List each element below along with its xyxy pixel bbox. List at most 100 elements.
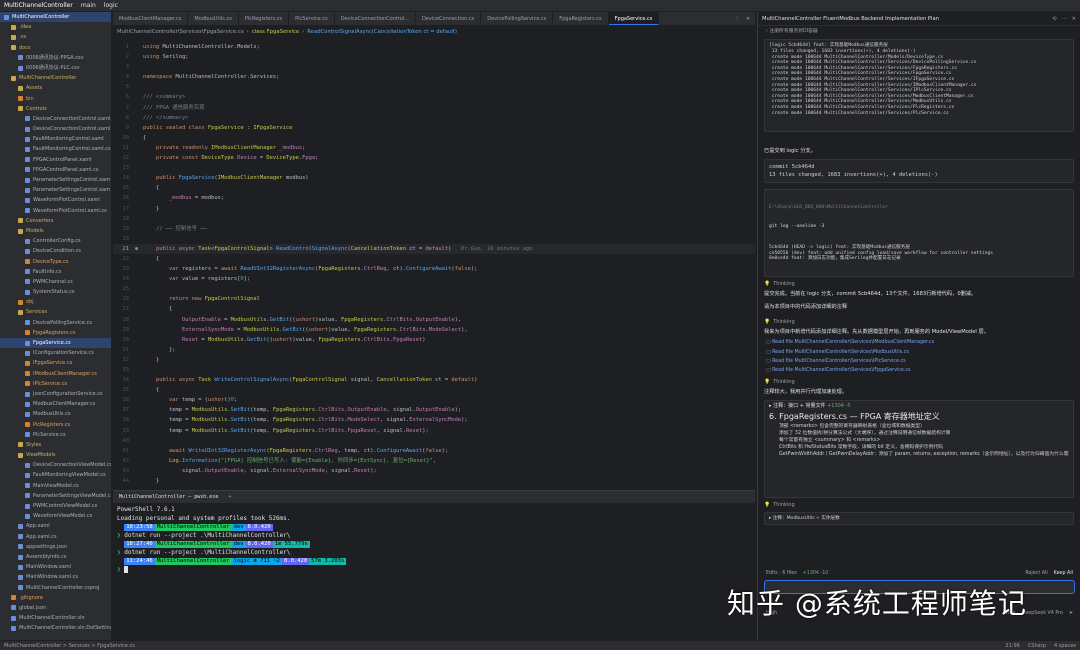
tree-item[interactable]: .idea	[0, 22, 111, 32]
tree-item[interactable]: ModbusUtils.cs	[0, 409, 111, 419]
tree-item[interactable]: AssemblyInfo.cs	[0, 552, 111, 562]
tree-item[interactable]: DeviceConnectionViewModel.cs	[0, 460, 111, 470]
send-icon[interactable]: ➤	[1069, 610, 1073, 617]
tree-item[interactable]: DeviceCondition.cs	[0, 246, 111, 256]
command-line[interactable]: ❯	[113, 565, 755, 575]
tree-item[interactable]: PlcRegisters.cs	[0, 420, 111, 430]
branch-main[interactable]: main	[81, 0, 96, 11]
breadcrumb-method[interactable]: ReadControlSignalAsync(CancellationToken…	[307, 26, 457, 38]
more-icon[interactable]: ⋯	[1061, 12, 1066, 25]
tree-item[interactable]: App.xaml	[0, 521, 111, 531]
model-selector[interactable]: DeepSeek V4 Pro	[1022, 610, 1063, 617]
code-area[interactable]: 1 using MultiChannelController.Models; 2u…	[113, 42, 755, 487]
tree-item[interactable]: PWMControlViewModel.cs	[0, 501, 111, 511]
tree-item[interactable]: ParameterSettingsControl.xam	[0, 185, 111, 195]
tree-item[interactable]: FaultMonitoringControl.xaml	[0, 134, 111, 144]
tree-item[interactable]: FaultMonitoringControl.xaml.cs	[0, 144, 111, 154]
tree-item[interactable]: 0006通讯协议-PLC.csv	[0, 63, 111, 73]
tree-item[interactable]: global.json	[0, 603, 111, 613]
tree-item[interactable]: ModbusClientManager.cs	[0, 399, 111, 409]
add-terminal-icon[interactable]: +	[228, 491, 231, 503]
read-file-item[interactable]: ▢ Read file MultiChannelController\Servi…	[766, 349, 1072, 356]
editor-tab[interactable]: PlcService.cs	[289, 12, 335, 25]
read-file-item[interactable]: ▢ Read file MultiChannelController\Servi…	[766, 339, 1072, 346]
tree-item[interactable]: Converters	[0, 216, 111, 226]
tree-item[interactable]: FPGAControlPanel.xaml	[0, 155, 111, 165]
breadcrumb-path[interactable]: MultiChannelController\Services\FpgaServ…	[117, 26, 244, 38]
tree-item[interactable]: WaveformViewModel.cs	[0, 511, 111, 521]
tree-item[interactable]: MultiChannelController.csproj	[0, 583, 111, 593]
tree-item[interactable]: DeviceConnectionControl.xaml	[0, 114, 111, 124]
tree-item[interactable]: MultiChannelController	[0, 12, 111, 23]
thinking-indicator[interactable]: 💡 Thinking	[764, 502, 1074, 508]
tree-item[interactable]: IModbusClientManager.cs	[0, 369, 111, 379]
tree-item[interactable]: .gitignore	[0, 593, 111, 603]
subagent-task-card-2[interactable]: ▸ 注释：ModbusUtils + 实体层数	[764, 511, 1074, 526]
thinking-indicator[interactable]: 💡 Thinking	[764, 319, 1074, 325]
tree-item[interactable]: 0006通讯协议-FPGA.csv	[0, 53, 111, 63]
tree-item[interactable]: Controls	[0, 104, 111, 114]
edits-bar[interactable]: Edits · 6 files +1304 -10 Reject All Kee…	[766, 570, 1073, 577]
tree-item[interactable]: FpgaRegisters.cs	[0, 328, 111, 338]
tree-item[interactable]: WaveformPlotControl.xaml	[0, 195, 111, 205]
tree-item[interactable]: MultiChannelController.sln.DotSetting	[0, 623, 111, 633]
editor-tab[interactable]: ModbusClientManager.cs	[113, 12, 189, 25]
keep-all-button[interactable]: Keep All	[1054, 570, 1073, 577]
editor-tab[interactable]: DeviceConnection.cs	[416, 12, 482, 25]
read-file-item[interactable]: ▢ Read file MultiChannelController\Servi…	[766, 358, 1072, 365]
terminal-tab[interactable]: MultiChannelController — pwsh.exe	[119, 491, 218, 503]
language-mode[interactable]: CSharp	[1028, 641, 1046, 650]
editor-tab[interactable]: DevicePollingService.cs	[481, 12, 554, 25]
project-name[interactable]: MultiChannelController	[4, 0, 73, 11]
tree-item[interactable]: FaultMonitoringViewModel.cs	[0, 470, 111, 480]
tree-item[interactable]: Models	[0, 226, 111, 236]
tree-item[interactable]: SystemStatus.cs	[0, 287, 111, 297]
breadcrumb-class[interactable]: class FpgaService	[252, 26, 299, 38]
tree-item[interactable]: bin	[0, 94, 111, 104]
status-path[interactable]: MultiChannelController > Services > Fpga…	[4, 641, 135, 650]
tree-item[interactable]: IConfigurationService.cs	[0, 348, 111, 358]
tree-item[interactable]: MainWindow.xaml	[0, 562, 111, 572]
tree-item[interactable]: JsonConfigurationService.cs	[0, 389, 111, 399]
tree-item[interactable]: appsettings.json	[0, 542, 111, 552]
terminal-panel[interactable]: MultiChannelController — pwsh.exe + Powe…	[113, 490, 755, 640]
tree-item[interactable]: FPGAControlPanel.xaml.cs	[0, 165, 111, 175]
subagent-task-card[interactable]: ▸ 注释：接口 + 常量文件 +1304 -5 6. FpgaRegisters…	[764, 399, 1074, 498]
tree-item[interactable]: IFpgaService.cs	[0, 358, 111, 368]
tree-item[interactable]: MultiChannelController.sln	[0, 613, 111, 623]
branch-logic[interactable]: logic	[104, 0, 118, 11]
tree-item[interactable]: Styles	[0, 440, 111, 450]
tree-item[interactable]: FaultInfo.cs	[0, 267, 111, 277]
tree-item[interactable]: .vs	[0, 32, 111, 42]
editor-tab[interactable]: ModbusUtils.cs	[188, 12, 239, 25]
close-icon[interactable]: ✕	[1072, 12, 1076, 25]
tree-item[interactable]: MainWindow.xaml.cs	[0, 572, 111, 582]
collapsed-note[interactable]: › 注册所有服务到DI容器	[766, 28, 1072, 35]
tree-item[interactable]: obj	[0, 297, 111, 307]
thinking-indicator[interactable]: 💡 Thinking	[764, 281, 1074, 287]
tree-item[interactable]: PWMChannel.cs	[0, 277, 111, 287]
tree-item[interactable]: MainViewModel.cs	[0, 481, 111, 491]
tree-item[interactable]: App.xaml.cs	[0, 532, 111, 542]
tree-item[interactable]: ViewModels	[0, 450, 111, 460]
history-icon[interactable]: ⟲	[1052, 12, 1056, 25]
editor-tab[interactable]: FpgaRegisters.cs	[553, 12, 609, 25]
tree-item[interactable]: WaveformPlotControl.xaml.cs	[0, 206, 111, 216]
close-icon[interactable]: ✕	[746, 12, 750, 25]
editor-tab[interactable]: FpgaService.cs	[608, 12, 660, 25]
tree-item[interactable]: docs	[0, 43, 111, 53]
tree-item[interactable]: FpgaService.cs	[0, 338, 111, 349]
more-tabs-icon[interactable]: ⋮	[735, 12, 740, 25]
tree-item[interactable]: DevicePollingService.cs	[0, 318, 111, 328]
tree-item[interactable]: PlcService.cs	[0, 430, 111, 440]
tree-item[interactable]: MultiChannelController	[0, 73, 111, 83]
tree-item[interactable]: ParameterSettingsViewModel.c	[0, 491, 111, 501]
tree-item[interactable]: ControllerConfig.cs	[0, 236, 111, 246]
tree-item[interactable]: IPlcService.cs	[0, 379, 111, 389]
editor-tab[interactable]: DeviceConnectionControl...	[335, 12, 416, 25]
tree-item[interactable]: Services	[0, 307, 111, 317]
indent-setting[interactable]: 4 spaces	[1054, 641, 1076, 650]
tree-item[interactable]: ParameterSettingsControl.xam	[0, 175, 111, 185]
tree-item[interactable]: DeviceType.cs	[0, 257, 111, 267]
editor-tab[interactable]: PlcRegisters.cs	[239, 12, 290, 25]
